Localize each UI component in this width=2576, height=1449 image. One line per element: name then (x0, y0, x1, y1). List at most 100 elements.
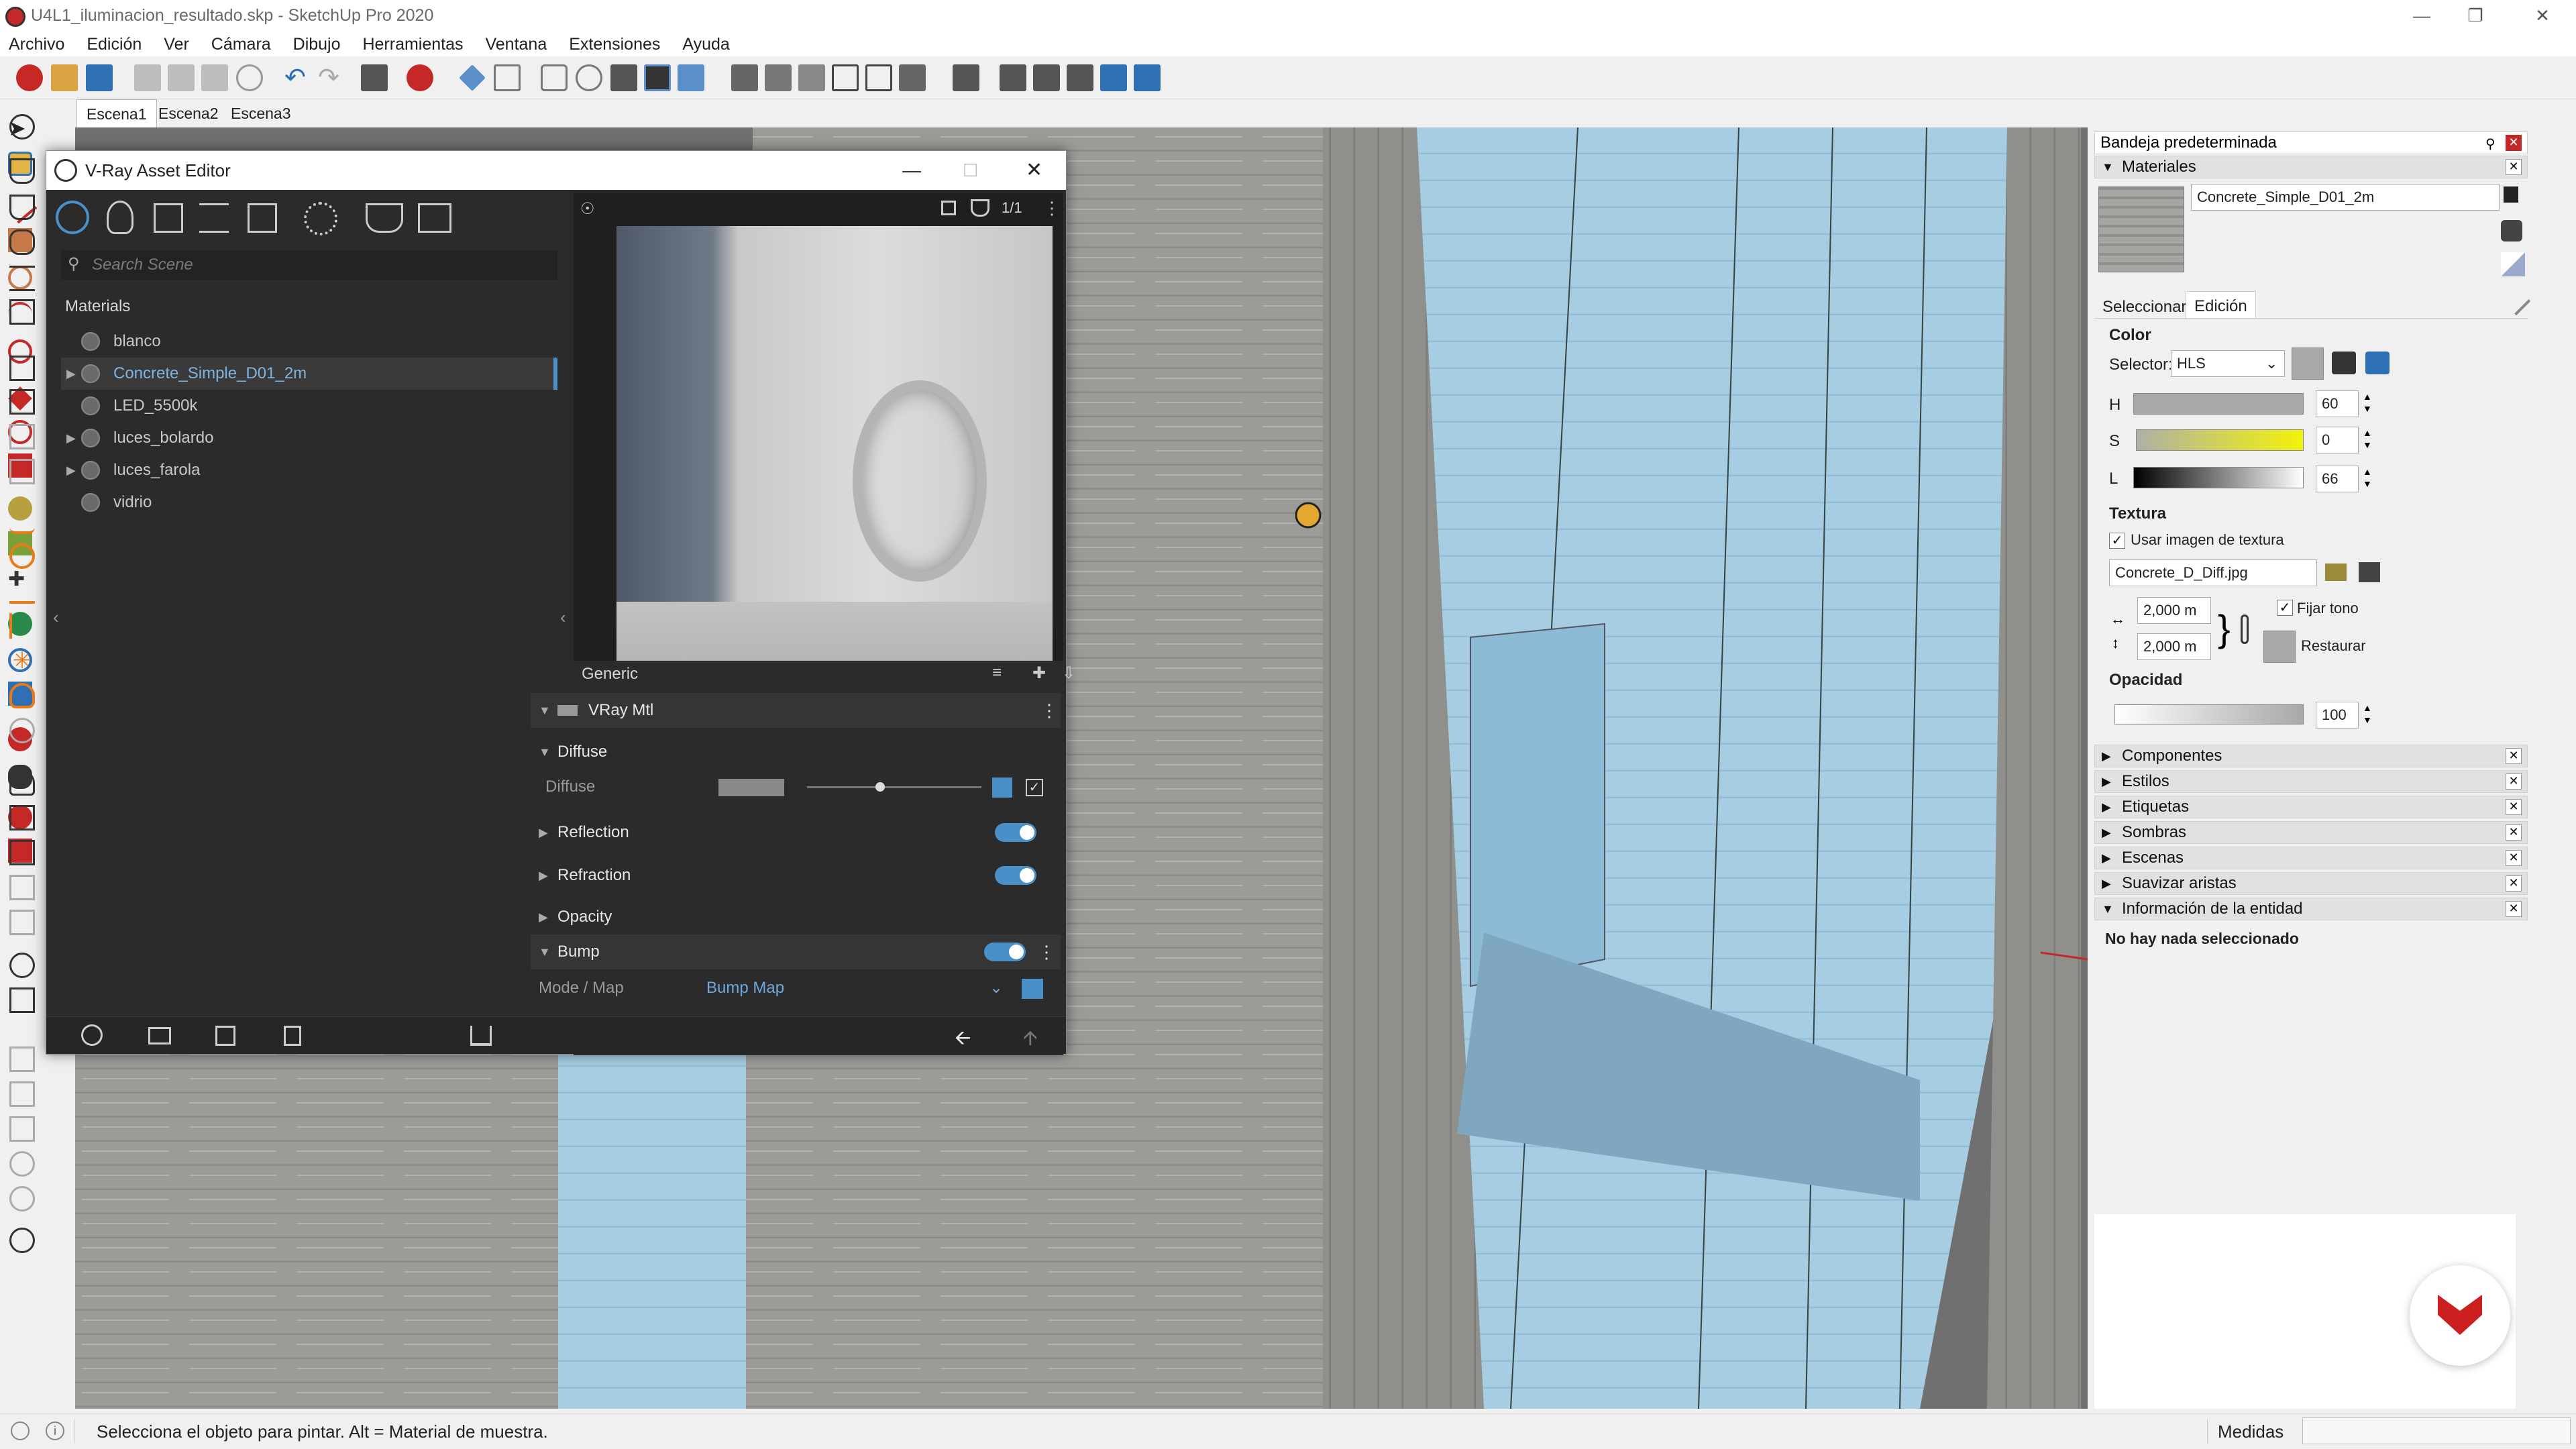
hue-slider[interactable] (2133, 393, 2304, 415)
spot-light-icon[interactable] (9, 578, 35, 604)
material-item[interactable]: ▶ luces_bolardo (61, 422, 557, 454)
expand-arrow-icon[interactable]: ▶ (539, 900, 548, 934)
view-front-icon[interactable] (798, 64, 825, 91)
diffuse-texture-map-icon[interactable] (992, 777, 1012, 798)
omni-light-icon[interactable]: ✳ (9, 648, 35, 674)
vray-interactive-render-icon[interactable] (9, 195, 35, 220)
shaded-textures-icon[interactable] (1100, 64, 1127, 91)
material-item[interactable]: vidrio (61, 486, 557, 519)
s-value-field[interactable]: 0 (2316, 427, 2359, 453)
vray-cloud-icon[interactable] (9, 229, 35, 255)
expand-arrow-icon[interactable]: ▶ (66, 358, 76, 390)
panel-entity-info[interactable]: ▼ Información de la entidad ✕ (2094, 898, 2528, 920)
color-swatch[interactable] (2292, 347, 2324, 380)
undo-icon[interactable]: ↶ (282, 64, 309, 91)
diffuse-checkbox[interactable]: ✓ (1026, 779, 1043, 796)
panel-scenes[interactable]: ▶ Escenas ✕ (2094, 847, 2528, 869)
texture-width-field[interactable]: 2,000 m (2137, 597, 2211, 624)
sphere-icon[interactable] (9, 1151, 35, 1177)
panel-shadows[interactable]: ▶ Sombras ✕ (2094, 821, 2528, 844)
info-icon[interactable]: i (46, 1421, 64, 1440)
lights-category-icon[interactable] (107, 201, 133, 234)
panel-soften-edges[interactable]: ▶ Suavizar aristas ✕ (2094, 872, 2528, 895)
frame-buffer-icon[interactable] (418, 203, 451, 233)
new-file-icon[interactable] (16, 64, 43, 91)
panel-tags[interactable]: ▶ Etiquetas ✕ (2094, 796, 2528, 818)
lightgen-icon[interactable] (9, 953, 35, 978)
circle-icon[interactable] (576, 64, 602, 91)
expand-arrow-icon[interactable]: ▶ (2102, 873, 2111, 894)
refraction-section[interactable]: ▶ Refraction (531, 858, 1061, 893)
save-icon[interactable] (86, 64, 113, 91)
print-icon[interactable] (361, 64, 388, 91)
vray-mtl-row[interactable]: ▼ VRay Mtl ⋮ (531, 693, 1061, 728)
scene-tab-3[interactable]: Escena3 (221, 99, 301, 127)
mesh-light-icon[interactable] (9, 718, 35, 743)
view-right-icon[interactable] (832, 64, 859, 91)
vray-minimize-button[interactable]: — (902, 151, 921, 190)
close-button[interactable]: ✕ (2522, 0, 2563, 31)
menu-ayuda[interactable]: Ayuda (674, 31, 738, 58)
browse-folder-icon[interactable] (2325, 564, 2347, 581)
view-iso-icon[interactable] (731, 64, 758, 91)
vrscene-icon[interactable] (9, 1116, 35, 1142)
panel-close-icon[interactable]: ✕ (2506, 159, 2522, 175)
vray-mtl-menu-icon[interactable]: ⋮ (1040, 693, 1058, 728)
tab-select[interactable]: Seleccionar (2102, 298, 2186, 317)
material-name-field[interactable]: Concrete_Simple_D01_2m (2191, 184, 2500, 211)
panel-components[interactable]: ▶ Componentes ✕ (2094, 745, 2528, 767)
saturation-slider[interactable] (2136, 429, 2304, 451)
eyedropper-icon[interactable] (2502, 286, 2531, 316)
cut-icon[interactable] (134, 64, 161, 91)
bump-section[interactable]: ▼ Bump ⋮ (531, 934, 1061, 969)
restore-button[interactable]: ❐ (2455, 0, 2496, 31)
decal-icon[interactable] (9, 1046, 35, 1072)
h-value-field[interactable]: 60 (2316, 390, 2359, 417)
vray-render-icon[interactable] (9, 158, 35, 184)
geometry-category-icon[interactable] (154, 203, 183, 233)
chain-link-icon[interactable] (2241, 614, 2249, 644)
open-file-icon[interactable] (148, 1027, 171, 1044)
color-selector-dropdown[interactable]: HLS ⌄ (2171, 350, 2285, 377)
expand-arrow-icon[interactable]: ▶ (2102, 847, 2111, 869)
collapse-arrow-icon[interactable]: ▼ (539, 934, 551, 969)
material-item[interactable]: LED_5500k (61, 390, 557, 422)
tray-close-icon[interactable]: ✕ (2506, 135, 2522, 151)
geo-location-icon[interactable] (11, 1421, 30, 1440)
preview-teapot-icon[interactable] (971, 199, 989, 217)
settings-gear-icon[interactable] (304, 202, 337, 235)
expand-arrow-icon[interactable]: ▶ (2102, 771, 2111, 792)
texture-file-field[interactable]: Concrete_D_Diff.jpg (2109, 559, 2317, 586)
import-icon[interactable]: ⇩ (1062, 663, 1075, 683)
diffuse-slider[interactable] (807, 786, 981, 788)
help-icon[interactable] (9, 1228, 35, 1253)
xray-icon[interactable] (953, 64, 979, 91)
proxy-icon[interactable] (9, 805, 35, 830)
back-arrow-icon[interactable]: 🡨 (955, 1023, 971, 1057)
panel-close-icon[interactable]: ✕ (2506, 850, 2522, 866)
model-info-icon[interactable] (407, 64, 433, 91)
paste-icon[interactable] (201, 64, 228, 91)
monochrome-icon[interactable] (1134, 64, 1161, 91)
restore-label[interactable]: Restaurar (2301, 637, 2366, 655)
menu-camara[interactable]: Cámara (203, 31, 280, 58)
scene-tab-2[interactable]: Escena2 (149, 99, 228, 127)
vray-lister-icon[interactable] (9, 389, 35, 415)
expand-arrow-icon[interactable]: ▶ (66, 454, 76, 486)
diffuse-section[interactable]: ▼ Diffuse (531, 735, 1061, 769)
vray-titlebar[interactable]: V-Ray Asset Editor — ☐ ✕ (46, 151, 1066, 190)
sphere-light-icon[interactable] (9, 543, 35, 569)
view-back-icon[interactable] (865, 64, 892, 91)
vray-region-icon[interactable] (9, 459, 35, 484)
menu-archivo[interactable]: Archivo (0, 31, 73, 58)
hidden-line-icon[interactable] (1033, 64, 1060, 91)
scatter-icon[interactable] (9, 987, 35, 1013)
link-aspect-icon[interactable]: } (2218, 605, 2231, 652)
open-folder-icon[interactable] (51, 64, 78, 91)
use-texture-checkbox[interactable]: ✓ (2109, 533, 2125, 549)
expand-arrow-icon[interactable]: ▶ (2102, 822, 2111, 843)
delete-icon[interactable] (284, 1026, 301, 1046)
vray-asset-editor-icon[interactable] (9, 356, 35, 381)
panel-close-icon[interactable]: ✕ (2506, 875, 2522, 892)
chevron-down-icon[interactable]: ⌄ (989, 971, 1003, 1006)
